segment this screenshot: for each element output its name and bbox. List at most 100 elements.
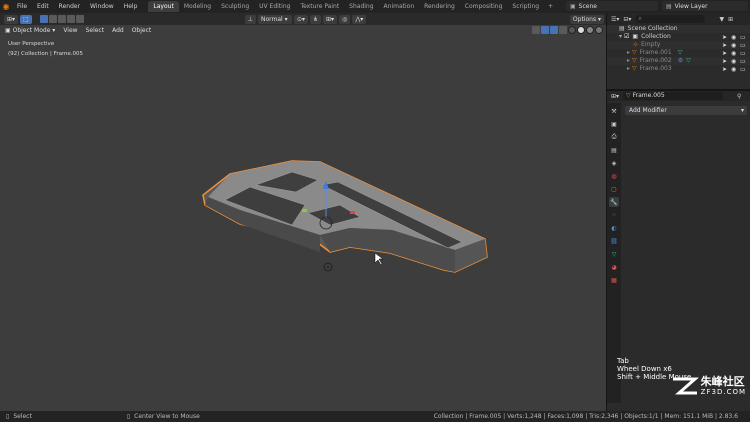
physics-tab-icon[interactable]: ◐ [609, 223, 619, 233]
tab-texture-paint[interactable]: Texture Paint [295, 1, 344, 12]
properties-editor-icon[interactable]: ⊞▾ [611, 93, 619, 100]
outliner-funnel-icon[interactable]: ▼ [719, 16, 724, 23]
select-arrow-icon[interactable]: ➤ [722, 66, 728, 73]
select-tool-icon[interactable]: ⬚ [20, 14, 32, 24]
material-tab-icon[interactable]: ◕ [609, 262, 619, 272]
tab-layout[interactable]: Layout [148, 1, 179, 12]
select-mode-intersect-icon[interactable] [75, 15, 84, 23]
expand-icon[interactable]: ▸ [627, 49, 630, 57]
blender-logo-icon[interactable]: ◉ [0, 0, 12, 13]
tab-compositing[interactable]: Compositing [460, 1, 508, 12]
y-axis-gizmo-icon[interactable] [302, 209, 307, 212]
outliner-item-frame-003[interactable]: ▸ ▽ Frame.003 ➤ ◉ ▭ [607, 65, 750, 73]
outliner-item-scene-collection[interactable]: ▤ Scene Collection [607, 25, 750, 33]
render-tab-icon[interactable]: ▣ [609, 119, 619, 129]
pin-icon[interactable]: ⚲ [737, 93, 741, 100]
tab-modeling[interactable]: Modeling [179, 1, 216, 12]
eye-icon[interactable]: ◉ [731, 34, 737, 41]
camera-icon[interactable]: ▭ [740, 34, 746, 41]
tab-rendering[interactable]: Rendering [419, 1, 460, 12]
object-name-value: Frame.005 [632, 92, 665, 99]
x-axis-gizmo-icon[interactable] [350, 211, 355, 214]
outliner-item-collection[interactable]: ▾ ☑ ▣ Collection ➤ ◉ ▭ [607, 33, 750, 41]
falloff-icon[interactable]: ⋀▾ [352, 14, 367, 24]
empty-icon: ⊹ [633, 41, 639, 48]
data-tab-icon[interactable]: ▽ [609, 249, 619, 259]
menu-help[interactable]: Help [119, 0, 143, 13]
view-layer-selector[interactable]: ▤ View Layer [662, 1, 748, 11]
eye-icon[interactable]: ◉ [731, 58, 737, 65]
texture-tab-icon[interactable]: ▦ [609, 275, 619, 285]
select-mode-new-icon[interactable] [39, 15, 48, 23]
object-name-field[interactable]: ▽ Frame.005 [623, 92, 724, 100]
zf3d-logo-icon [672, 377, 699, 395]
select-mode-extend-icon[interactable] [48, 15, 57, 23]
menu-file[interactable]: File [12, 0, 32, 13]
view-layer-name: View Layer [674, 2, 708, 10]
expand-icon[interactable]: ▸ [627, 57, 630, 65]
outliner-editor-icon[interactable]: ☰▾ [611, 16, 619, 23]
expand-icon[interactable]: ▾ [619, 33, 622, 41]
select-arrow-icon[interactable]: ➤ [722, 34, 728, 41]
snap-icon[interactable]: ⋔ [310, 14, 322, 24]
scene-selector[interactable]: ▣ Scene [566, 1, 658, 11]
proportional-edit-icon[interactable]: ◎ [339, 14, 351, 24]
menu-window[interactable]: Window [85, 0, 119, 13]
particles-tab-icon[interactable]: ⁘ [609, 210, 619, 220]
modifier-tab-icon[interactable]: 🔧 [609, 197, 619, 207]
select-mode-invert-icon[interactable] [66, 15, 75, 23]
select-arrow-icon[interactable]: ➤ [722, 42, 728, 49]
scene-tab-icon[interactable]: ◈ [609, 158, 619, 168]
editor-type-icon[interactable]: ⊞▾ [4, 14, 19, 24]
outliner-search-input[interactable]: ⌕ [635, 15, 706, 23]
select-mode-subtract-icon[interactable] [57, 15, 66, 23]
mouse-middle-icon: ▯ [126, 413, 131, 420]
tool-tab-icon[interactable]: ⚒ [609, 106, 619, 116]
3d-viewport[interactable]: ▣ Object Mode ▾ View Select Add Object U… [0, 25, 606, 411]
expand-icon[interactable]: ▸ [627, 65, 630, 73]
status-center-view: Center View to Mouse [134, 413, 200, 420]
watermark-brand-en: ZF3D.COM [700, 388, 746, 396]
options-dropdown[interactable]: Options ▾ [569, 14, 604, 24]
select-arrow-icon[interactable]: ➤ [722, 58, 728, 65]
select-arrow-icon[interactable]: ➤ [722, 50, 728, 57]
tab-animation[interactable]: Animation [379, 1, 420, 12]
eye-icon[interactable]: ◉ [731, 42, 737, 49]
scene-name: Scene [578, 2, 597, 10]
menu-render[interactable]: Render [54, 0, 85, 13]
outliner-new-collection-icon[interactable]: ⊞ [728, 16, 733, 23]
outliner-item-frame-002[interactable]: ▸ ▽ Frame.002 ⚙ ▽ ➤ ◉ ▭ [607, 57, 750, 65]
add-workspace-icon[interactable]: + [544, 3, 557, 10]
outliner-filter-icon[interactable]: ⊟▾ [623, 16, 631, 23]
checkbox-icon[interactable]: ☑ [624, 33, 629, 41]
object-tab-icon[interactable]: ▢ [609, 184, 619, 194]
outliner-list: ▤ Scene Collection ▾ ☑ ▣ Collection ➤ ◉ ▭ … [607, 25, 750, 73]
outliner-header: ☰▾ ⊟▾ ⌕ ▼ ⊞ [607, 13, 750, 25]
transform-orientation-icon[interactable]: ⊥ [244, 14, 256, 24]
mouse-left-icon: ▯ [6, 413, 10, 420]
menu-edit[interactable]: Edit [32, 0, 54, 13]
mesh-object-icon: ▽ [626, 92, 631, 99]
tab-uv-editing[interactable]: UV Editing [254, 1, 295, 12]
world-tab-icon[interactable]: ◍ [609, 171, 619, 181]
snap-target-icon[interactable]: ⊞▾ [323, 14, 338, 24]
eye-icon[interactable]: ◉ [731, 66, 737, 73]
camera-icon[interactable]: ▭ [740, 58, 746, 65]
tab-scripting[interactable]: Scripting [507, 1, 544, 12]
tab-shading[interactable]: Shading [344, 1, 378, 12]
add-modifier-dropdown[interactable]: Add Modifier ▾ [625, 106, 747, 115]
outliner-item-empty[interactable]: ⊹ Empty ➤ ◉ ▭ [607, 41, 750, 49]
view-layer-tab-icon[interactable]: ▤ [609, 145, 619, 155]
tab-sculpting[interactable]: Sculpting [216, 1, 254, 12]
constraints-tab-icon[interactable]: ⛓ [609, 236, 619, 246]
camera-icon[interactable]: ▭ [740, 66, 746, 73]
pivot-point-icon[interactable]: ⊙▾ [293, 14, 308, 24]
orientation-dropdown[interactable]: Normal ▾ [257, 14, 292, 24]
eye-icon[interactable]: ◉ [731, 50, 737, 57]
camera-icon[interactable]: ▭ [740, 42, 746, 49]
outliner-item-frame-001[interactable]: ▸ ▽ Frame.001 ▽ ➤ ◉ ▭ [607, 49, 750, 57]
camera-icon[interactable]: ▭ [740, 50, 746, 57]
output-tab-icon[interactable]: ⎙ [609, 132, 619, 142]
mesh-data-icon: ▽ [677, 49, 683, 56]
frame-mesh-object[interactable] [0, 25, 606, 411]
